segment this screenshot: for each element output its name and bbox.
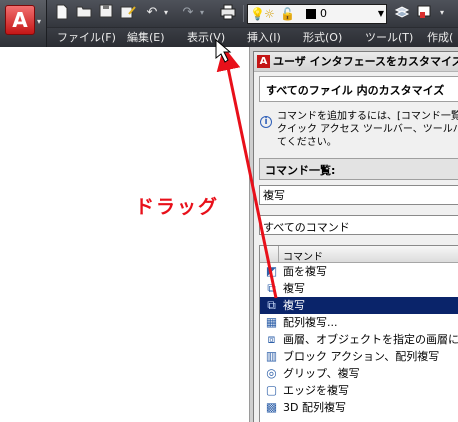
lightbulb-icon[interactable]: 💡 [250, 6, 265, 22]
command-list-item[interactable]: ◎ グリップ、複写 [260, 365, 458, 382]
edge-copy-icon: ▢ [265, 383, 278, 397]
customizations-panel-heading: すべてのファイル 内のカスタマイズ [259, 76, 458, 102]
command-list-item[interactable]: ▥ ブロック アクション、配列複写 [260, 348, 458, 365]
menu-tools[interactable]: ツール(T) [365, 30, 413, 45]
dialog-title: ユーザ インタフェースをカスタマイズ [273, 55, 458, 68]
chevron-down-icon: ▾ [37, 17, 42, 26]
layer-copy-icon: ⧈ [267, 332, 276, 346]
menu-format[interactable]: 形式(O) [303, 30, 342, 45]
command-list-item[interactable]: ⧉ 複写 [260, 280, 458, 297]
dialog-titlebar[interactable]: A ユーザ インタフェースをカスタマイズ [254, 52, 458, 72]
block-action-icon: ▥ [265, 349, 278, 363]
undo-dropdown-icon[interactable]: ▾ [157, 4, 175, 22]
column-header-label: コマンド [283, 252, 323, 263]
chevron-down-icon[interactable]: ▼ [378, 6, 384, 22]
panel-heading-text: すべてのファイル 内のカスタマイズ [266, 84, 445, 97]
command-list-item[interactable]: ▦ 配列複写... [260, 314, 458, 331]
command-list-item[interactable]: ▩ 3D 配列複写 [260, 399, 458, 416]
command-label: 面を複写 [283, 265, 327, 278]
toolbar-more-icon[interactable]: ▾ [433, 4, 451, 22]
menu-bar: ファイル(F) 編集(E) 表示(V) 挿入(I) 形式(O) ツール(T) 作… [47, 28, 458, 47]
menu-file[interactable]: ファイル(F) [57, 30, 116, 45]
command-column-header[interactable]: コマンド [260, 246, 458, 263]
array-copy-icon: ▦ [265, 315, 278, 329]
command-label: 3D 配列複写 [283, 401, 346, 414]
command-label: 複写 [283, 299, 305, 312]
layer-dropdown[interactable]: 💡 ☼ 🔓 0 ▼ [247, 4, 387, 24]
autocad-logo-icon: A [257, 55, 270, 68]
command-list-header: コマンド一覧: [259, 158, 458, 180]
drag-annotation-label: ドラッグ [135, 196, 220, 218]
filter-selected-value: すべてのコマンド [263, 221, 350, 234]
command-list-item[interactable]: ◩ 面を複写 [260, 263, 458, 280]
sun-icon[interactable]: ☼ [264, 6, 275, 22]
autocad-logo-icon: A [5, 5, 35, 35]
command-list: コマンド ◩ 面を複写 ⧉ 複写 ⧉ 複写 ▦ 配列複写... ⧈ 画層、オブジェクトを指定の画層… [259, 245, 458, 422]
command-filter-dropdown[interactable]: すべてのコマンド [259, 215, 458, 235]
face-copy-icon: ◩ [265, 264, 278, 278]
command-list-label: コマンド一覧: [265, 164, 336, 177]
command-label: 配列複写... [283, 316, 338, 329]
command-label: グリップ、複写 [283, 367, 360, 380]
command-list-item[interactable]: ⧉ 複写 [260, 297, 458, 314]
info-text-line: クイック アクセス ツールバー、ツールバー [277, 124, 458, 135]
command-label: ブロック アクション、配列複写 [283, 350, 440, 363]
save-as-icon[interactable] [119, 4, 137, 22]
command-label: 複写 [283, 282, 305, 295]
command-list-item[interactable]: ▢ エッジを複写 [260, 382, 458, 399]
layer-states-icon[interactable] [393, 4, 411, 22]
plot-icon[interactable] [219, 4, 237, 22]
command-search-input[interactable] [259, 185, 458, 205]
menu-insert[interactable]: 挿入(I) [247, 30, 281, 45]
application-menu-button[interactable]: A ▾ [0, 0, 47, 47]
menu-edit[interactable]: 編集(E) [127, 30, 165, 45]
info-text-line: てください。 [277, 137, 337, 148]
open-folder-icon[interactable] [75, 4, 93, 22]
customize-ui-dialog: A ユーザ インタフェースをカスタマイズ すべてのファイル 内のカスタマイズ i… [253, 51, 458, 422]
layer-properties-icon[interactable] [415, 4, 433, 22]
toolbar-separator [243, 5, 244, 22]
array-3d-icon: ▩ [265, 400, 278, 414]
column-divider [278, 246, 279, 263]
save-icon[interactable] [97, 4, 115, 22]
quick-access-toolbar: ↶ ▾ ↷ ▾ 💡 ☼ 🔓 0 ▼ ▾ [47, 0, 458, 28]
copy-icon: ⧉ [267, 298, 276, 312]
layer-color-swatch [306, 9, 316, 19]
command-label: 画層、オブジェクトを指定の画層に複 [283, 333, 458, 346]
drawing-area[interactable]: ドラッグ [0, 47, 249, 422]
grip-copy-icon: ◎ [266, 366, 277, 380]
new-file-icon[interactable] [53, 4, 71, 22]
command-list-item[interactable]: ⧈ 画層、オブジェクトを指定の画層に複 [260, 331, 458, 348]
copy-icon: ⧉ [267, 281, 276, 295]
info-text-line: コマンドを追加するには、[コマンド一覧 [277, 111, 458, 122]
layer-name: 0 [320, 7, 327, 20]
info-icon: i [260, 116, 272, 128]
command-label: エッジを複写 [283, 384, 349, 397]
info-message: i コマンドを追加するには、[コマンド一覧 クイック アクセス ツールバー、ツー… [259, 108, 458, 156]
unlock-icon[interactable]: 🔓 [280, 6, 295, 22]
menu-draw[interactable]: 作成( [427, 30, 453, 45]
menu-view[interactable]: 表示(V) [187, 30, 225, 45]
redo-dropdown-icon[interactable]: ▾ [193, 4, 211, 22]
